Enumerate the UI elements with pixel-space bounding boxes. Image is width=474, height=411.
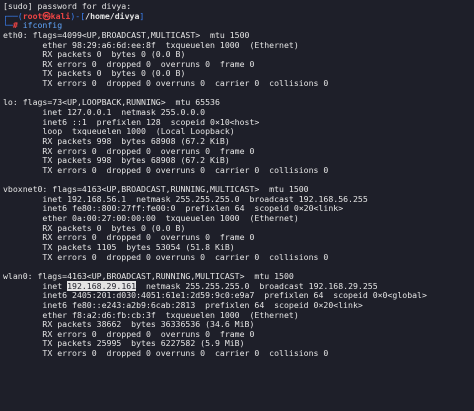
prompt-path: /home/divya bbox=[85, 10, 140, 21]
selected-ip-address[interactable]: 192.168.29.161 bbox=[67, 280, 137, 291]
wlan0-inet-suffix: netmask 255.255.255.0 broadcast 192.168.… bbox=[136, 280, 378, 291]
prompt-symbol: # bbox=[12, 20, 23, 31]
wlan0-line: TX errors 0 dropped 0 overruns 0 carrier… bbox=[3, 348, 329, 359]
vboxnet0-block: vboxnet0: flags=4163<UP,BROADCAST,RUNNIN… bbox=[3, 185, 474, 262]
prompt-end: ] bbox=[139, 10, 145, 21]
lo-block: lo: flags=73<UP,LOOPBACK,RUNNING> mtu 65… bbox=[3, 98, 474, 175]
wlan0-block: wlan0: flags=4163<UP,BROADCAST,RUNNING,M… bbox=[3, 271, 474, 359]
prompt-top-left: ┌──( bbox=[3, 10, 23, 21]
eth0-block: eth0: flags=4099<UP,BROADCAST,MULTICAST>… bbox=[3, 30, 474, 89]
prompt-bottom-left: └─ bbox=[3, 20, 13, 31]
prompt-host: kali bbox=[50, 10, 71, 21]
prompt-at-symbol: ㉿ bbox=[42, 10, 51, 21]
terminal-window[interactable]: [sudo] password for divya: ┌──(root㉿kali… bbox=[0, 0, 474, 411]
wlan0-inet-prefix: inet bbox=[3, 280, 68, 291]
vboxnet0-line: TX errors 0 dropped 0 overruns 0 carrier… bbox=[3, 251, 329, 262]
prompt-user: root bbox=[22, 10, 43, 21]
prompt-top-line: ┌──(root㉿kali)-[/home/divya] bbox=[3, 10, 474, 22]
prompt-mid: )-[ bbox=[70, 10, 86, 21]
eth0-line: TX errors 0 dropped 0 overruns 0 carrier… bbox=[3, 78, 329, 89]
lo-line: TX errors 0 dropped 0 overruns 0 carrier… bbox=[3, 164, 329, 175]
command-text: ifconfig bbox=[22, 20, 63, 31]
